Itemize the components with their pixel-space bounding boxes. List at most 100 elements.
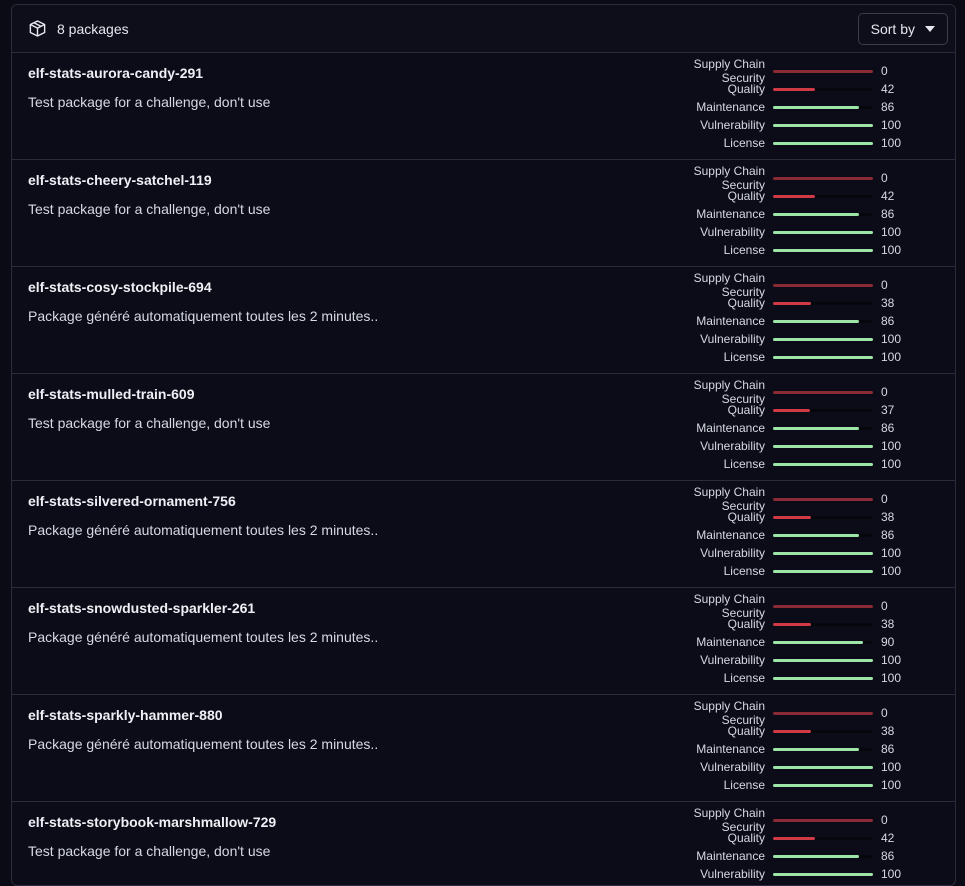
score-bar-track: [773, 355, 873, 359]
package-name[interactable]: elf-stats-snowdusted-sparkler-261: [28, 600, 255, 616]
score-label: License: [723, 136, 765, 150]
score-bar-fill: [773, 551, 873, 555]
score-bar-track: [773, 783, 873, 787]
score-bar-track: [773, 729, 873, 733]
score-label: Supply Chain Security: [693, 806, 765, 834]
score-bar-fill: [773, 729, 811, 733]
score-bar-fill: [773, 194, 815, 198]
score-bar-fill: [773, 622, 811, 626]
score-row: Quality 38: [647, 615, 937, 633]
score-row: Vulnerability 100: [647, 437, 937, 455]
score-bar-track: [773, 141, 873, 145]
score-bar-track: [773, 533, 873, 537]
score-bar-fill: [773, 301, 811, 305]
score-bar-track: [773, 640, 873, 644]
score-row: Vulnerability 100: [647, 758, 937, 776]
score-bar-fill: [773, 497, 873, 501]
score-row: Supply Chain Security 0: [647, 378, 937, 406]
score-value: 100: [881, 760, 902, 774]
score-bar-fill: [773, 533, 859, 537]
score-bar-track: [773, 676, 873, 680]
package-name[interactable]: elf-stats-cosy-stockpile-694: [28, 279, 212, 295]
score-row: License 100: [647, 241, 937, 259]
score-row: Vulnerability 100: [647, 223, 937, 241]
package-row[interactable]: elf-stats-cheery-satchel-119 Test package…: [12, 160, 955, 267]
score-row: License 100: [647, 134, 937, 152]
score-row: Vulnerability 100: [647, 651, 937, 669]
score-value: 0: [881, 171, 888, 185]
package-name[interactable]: elf-stats-sparkly-hammer-880: [28, 707, 223, 723]
score-row: Supply Chain Security 0: [647, 699, 937, 727]
score-bar-track: [773, 230, 873, 234]
score-bar-track: [773, 515, 873, 519]
package-description: Package généré automatiquement toutes le…: [28, 308, 379, 324]
score-bar-fill: [773, 355, 873, 359]
sort-by-button[interactable]: Sort by: [857, 12, 948, 45]
score-label: Supply Chain Security: [693, 164, 765, 192]
score-label: Quality: [727, 403, 765, 417]
package-name[interactable]: elf-stats-silvered-ornament-756: [28, 493, 236, 509]
score-row: Maintenance 86: [647, 419, 937, 437]
chevron-down-icon: [925, 25, 935, 32]
score-label: Quality: [727, 831, 765, 845]
score-value: 86: [881, 528, 895, 542]
score-row: Supply Chain Security 0: [647, 271, 937, 299]
score-value: 86: [881, 849, 895, 863]
score-row: Supply Chain Security 0: [647, 485, 937, 513]
score-bar-fill: [773, 640, 863, 644]
package-description: Package généré automatiquement toutes le…: [28, 736, 379, 752]
score-bar-fill: [773, 87, 815, 91]
score-bar-track: [773, 87, 873, 91]
package-name[interactable]: elf-stats-mulled-train-609: [28, 386, 194, 402]
score-label: Maintenance: [696, 314, 765, 328]
score-bar-track: [773, 212, 873, 216]
package-row[interactable]: elf-stats-sparkly-hammer-880 Package géné…: [12, 695, 955, 802]
score-value: 100: [881, 225, 902, 239]
score-bar-track: [773, 426, 873, 430]
package-row[interactable]: elf-stats-cosy-stockpile-694 Package géné…: [12, 267, 955, 374]
score-bar-fill: [773, 319, 859, 323]
score-value: 100: [881, 243, 902, 257]
score-row: Supply Chain Security 0: [647, 164, 937, 192]
score-label: Maintenance: [696, 849, 765, 863]
score-bar-track: [773, 765, 873, 769]
score-value: 90: [881, 635, 895, 649]
package-scores: Supply Chain Security 0 Quality 42 Maintenan…: [647, 806, 937, 885]
score-bar-fill: [773, 123, 873, 127]
score-bar-fill: [773, 141, 873, 145]
score-bar-track: [773, 604, 873, 608]
score-bar-track: [773, 462, 873, 466]
score-value: 100: [881, 118, 902, 132]
score-value: 37: [881, 403, 895, 417]
score-value: 42: [881, 189, 895, 203]
package-name[interactable]: elf-stats-storybook-marshmallow-729: [28, 814, 276, 830]
package-name[interactable]: elf-stats-cheery-satchel-119: [28, 172, 212, 188]
score-label: License: [723, 350, 765, 364]
score-value: 100: [881, 671, 902, 685]
package-row[interactable]: elf-stats-aurora-candy-291 Test package f…: [12, 53, 955, 160]
package-row[interactable]: elf-stats-mulled-train-609 Test package f…: [12, 374, 955, 481]
score-bar-fill: [773, 248, 873, 252]
score-label: License: [723, 243, 765, 257]
score-label: Maintenance: [696, 635, 765, 649]
score-value: 0: [881, 599, 888, 613]
score-label: Supply Chain Security: [693, 57, 765, 85]
package-row[interactable]: elf-stats-storybook-marshmallow-729 Test …: [12, 802, 955, 885]
score-bar-fill: [773, 658, 873, 662]
score-bar-fill: [773, 515, 811, 519]
package-name[interactable]: elf-stats-aurora-candy-291: [28, 65, 203, 81]
list-header: 8 packages Sort by: [12, 5, 955, 53]
score-label: Maintenance: [696, 528, 765, 542]
score-bar-track: [773, 836, 873, 840]
package-row[interactable]: elf-stats-silvered-ornament-756 Package g…: [12, 481, 955, 588]
score-value: 100: [881, 867, 902, 881]
package-row[interactable]: elf-stats-snowdusted-sparkler-261 Package…: [12, 588, 955, 695]
score-bar-fill: [773, 337, 873, 341]
score-label: License: [723, 564, 765, 578]
score-bar-fill: [773, 408, 810, 412]
score-label: Vulnerability: [700, 439, 765, 453]
score-bar-track: [773, 408, 873, 412]
score-bar-fill: [773, 676, 873, 680]
score-bar-fill: [773, 836, 815, 840]
score-row: Supply Chain Security 0: [647, 592, 937, 620]
